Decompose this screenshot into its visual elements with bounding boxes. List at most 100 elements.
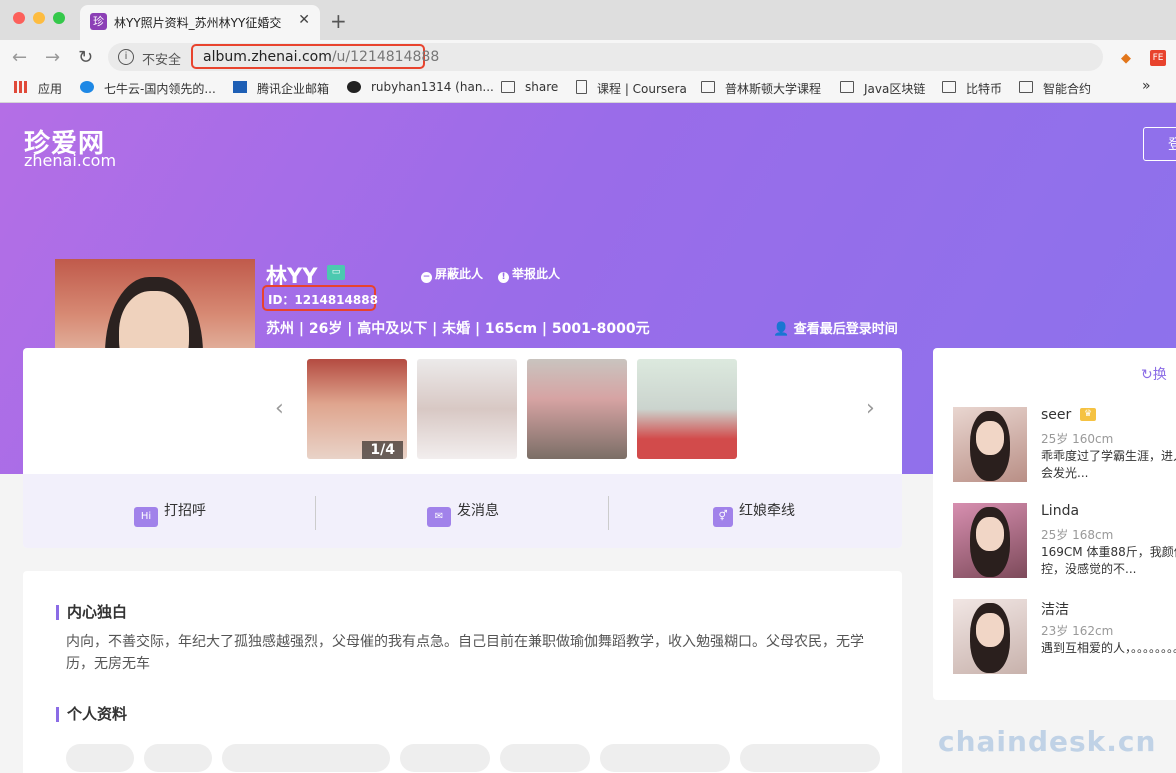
back-arrow-icon[interactable]: ← — [12, 47, 27, 68]
photo-thumbnail[interactable] — [637, 359, 737, 459]
bookmark-smart-contract[interactable]: 智能合约 — [1043, 80, 1091, 97]
bookmark-tencent-mail[interactable]: 腾讯企业邮箱 — [257, 80, 329, 97]
bookmark-github[interactable]: rubyhan1314 (han... — [371, 80, 494, 94]
info-pill — [400, 744, 490, 772]
divider — [315, 496, 316, 530]
url-text[interactable]: album.zhenai.com/u/1214814888 — [203, 49, 439, 65]
bookmark-bitcoin[interactable]: 比特币 — [966, 80, 1002, 97]
bookmark-qiniu[interactable]: 七牛云-国内领先的... — [104, 80, 216, 97]
person-bio: 乖乖度过了学霸生涯，进入社会发光... — [1041, 449, 1176, 480]
minimize-window-button[interactable] — [33, 12, 45, 24]
site-info-icon[interactable]: i — [118, 49, 134, 65]
last-login-link[interactable]: 👤 查看最后登录时间 — [773, 318, 898, 337]
folder-icon — [701, 81, 715, 93]
next-photo-arrow-icon[interactable]: › — [866, 396, 875, 421]
browser-tab[interactable]: 珍 林YY照片资料_苏州林YY征婚交 ✕ — [80, 5, 320, 40]
monologue-title: 内心独白 — [56, 605, 127, 620]
last-login-label: 查看最后登录时间 — [793, 322, 898, 337]
folder-icon — [840, 81, 854, 93]
block-user-button[interactable]: − 屏蔽此人 — [421, 265, 483, 283]
prev-photo-arrow-icon[interactable]: ‹ — [275, 396, 284, 421]
personal-info-title: 个人资料 — [56, 707, 127, 722]
page-icon — [576, 80, 587, 94]
watermark: chaindesk.cn — [938, 725, 1157, 758]
info-pill — [222, 744, 390, 772]
person-meta: 25岁 160cm — [1041, 432, 1114, 446]
id-verified-icon: ▭ — [327, 265, 345, 280]
url-path: /u/1214814888 — [331, 49, 440, 65]
github-icon — [347, 81, 361, 93]
recommended-person[interactable]: seer ♛ 25岁 160cm 乖乖度过了学霸生涯，进入社会发光... — [953, 407, 1176, 487]
block-label: 屏蔽此人 — [435, 267, 484, 281]
refresh-recommendations-button[interactable]: ↻换 — [1141, 364, 1167, 384]
bookmark-coursera[interactable]: 课程 | Coursera — [597, 80, 687, 97]
bookmark-share[interactable]: share — [525, 80, 558, 94]
bookmarks-bar: 应用 七牛云-国内领先的... 腾讯企业邮箱 rubyhan1314 (han.… — [0, 74, 1176, 103]
info-pill — [600, 744, 730, 772]
folder-icon — [501, 81, 515, 93]
bookmark-princeton[interactable]: 普林斯顿大学课程 — [725, 80, 821, 97]
person-meta: 25岁 168cm — [1041, 528, 1114, 542]
person-name: Linda — [1041, 503, 1080, 519]
bookmark-java-blockchain[interactable]: Java区块链 — [864, 80, 925, 97]
info-pill — [500, 744, 590, 772]
photo-card: ‹ 1/4 › Hi 打招呼 ✉ 发消息 ⚥ 红娘牵线 — [23, 348, 902, 548]
hi-icon: Hi — [134, 507, 158, 527]
bookmark-apps[interactable]: 应用 — [38, 80, 62, 97]
person-photo — [953, 407, 1027, 482]
info-pill — [66, 744, 134, 772]
folder-icon — [1019, 81, 1033, 93]
folder-icon — [942, 81, 956, 93]
tab-close-icon[interactable]: ✕ — [298, 12, 310, 28]
gender-icon: ⚥ — [713, 507, 733, 527]
login-button[interactable]: 登 — [1143, 127, 1176, 161]
not-secure-label: 不安全 — [142, 53, 182, 68]
send-message-button[interactable]: ✉ 发消息 — [427, 500, 499, 527]
photo-thumbnail[interactable] — [417, 359, 517, 459]
close-window-button[interactable] — [13, 12, 25, 24]
recommendations-sidebar: ↻换 seer ♛ 25岁 160cm 乖乖度过了学霸生涯，进入社会发光... … — [933, 348, 1176, 700]
person-photo — [953, 599, 1027, 674]
report-user-button[interactable]: ! 举报此人 — [498, 265, 560, 283]
info-pill — [740, 744, 880, 772]
person-bio: 遇到互相爱的人，。。。。。。。。 — [1041, 641, 1176, 655]
photo-thumbnail[interactable] — [527, 359, 627, 459]
divider — [608, 496, 609, 530]
mail-icon — [233, 81, 247, 93]
report-icon: ! — [498, 272, 509, 283]
zoom-window-button[interactable] — [53, 12, 65, 24]
forward-arrow-icon[interactable]: → — [45, 47, 60, 68]
address-bar[interactable]: i 不安全 album.zhenai.com/u/1214814888 ☆ — [108, 43, 1103, 71]
site-logo-en: zhenai.com — [24, 151, 117, 170]
recommended-person[interactable]: Linda 25岁 168cm 169CM 体重88斤，我颜值控，没感觉的不..… — [953, 503, 1176, 583]
envelope-icon: ✉ — [427, 507, 451, 527]
photo-thumbnail[interactable]: 1/4 — [307, 359, 407, 459]
greet-label: 打招呼 — [164, 503, 206, 519]
browser-tab-strip: 珍 林YY照片资料_苏州林YY征婚交 ✕ + — [0, 0, 1176, 40]
info-pill — [144, 744, 212, 772]
person-name: seer — [1041, 407, 1072, 423]
zhenai-favicon-icon: 珍 — [90, 13, 107, 30]
vip-crown-icon: ♛ — [1080, 408, 1096, 421]
action-bar: Hi 打招呼 ✉ 发消息 ⚥ 红娘牵线 — [23, 474, 902, 548]
bookmarks-overflow-button[interactable]: » — [1142, 78, 1151, 94]
matchmaker-label: 红娘牵线 — [739, 503, 795, 519]
person-bio: 169CM 体重88斤，我颜值控，没感觉的不... — [1041, 545, 1176, 576]
profile-id: ID：1214814888 — [268, 293, 378, 307]
browser-toolbar: ← → ↻ i 不安全 album.zhenai.com/u/121481488… — [0, 40, 1176, 74]
recommended-person[interactable]: 洁洁 23岁 162cm 遇到互相爱的人，。。。。。。。。 — [953, 599, 1176, 679]
reload-icon[interactable]: ↻ — [78, 47, 93, 68]
page-content: 珍爱网 zhenai.com 登 林YY ▭ − 屏蔽此人 ! 举报此人 ID：12… — [0, 103, 1176, 773]
matchmaker-button[interactable]: ⚥ 红娘牵线 — [713, 500, 795, 527]
person-photo — [953, 503, 1027, 578]
apps-grid-icon — [14, 81, 28, 93]
id-highlight-box: ID：1214814888 — [262, 285, 378, 311]
new-tab-button[interactable]: + — [330, 9, 347, 33]
person-name: 洁洁 — [1041, 602, 1069, 618]
photo-face — [976, 613, 1004, 647]
metamask-extension-icon[interactable]: ◆ — [1121, 51, 1131, 66]
fe-extension-icon[interactable]: FE — [1150, 50, 1166, 66]
report-label: 举报此人 — [512, 267, 561, 281]
url-host: album.zhenai.com — [203, 49, 332, 65]
greet-button[interactable]: Hi 打招呼 — [134, 500, 206, 527]
